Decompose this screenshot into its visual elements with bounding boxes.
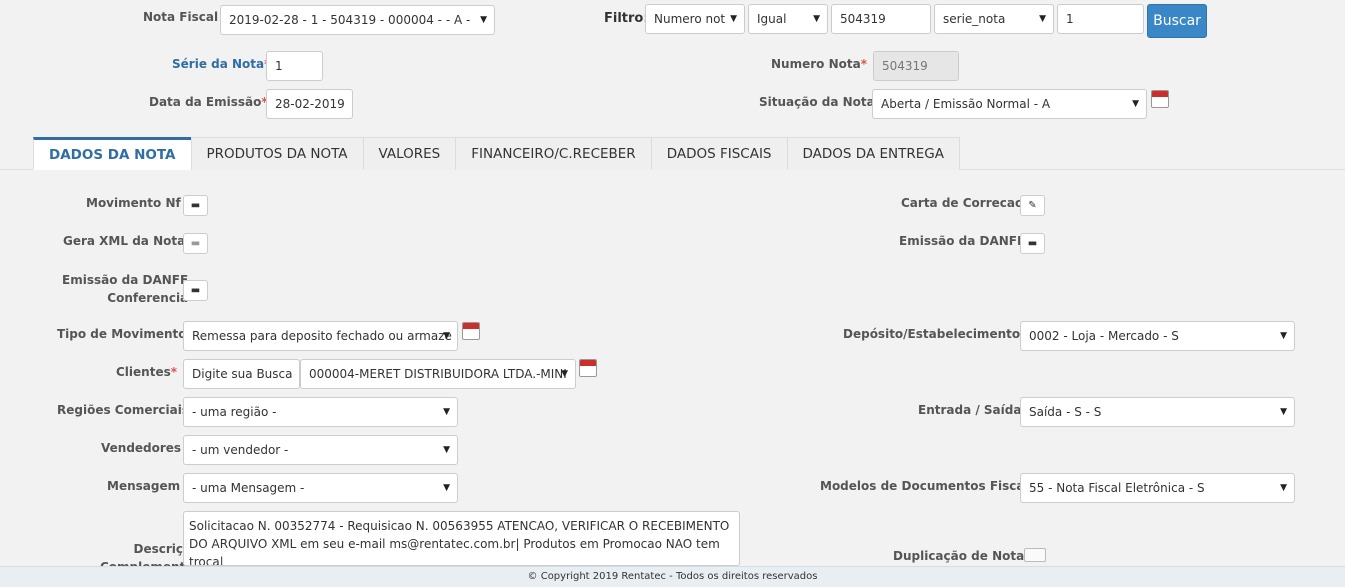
filtro-field2-select[interactable]: serie_nota ▼ (934, 4, 1054, 34)
chevron-down-icon: ▼ (443, 445, 450, 455)
calendar-icon[interactable] (1151, 90, 1169, 108)
chevron-down-icon: ▼ (561, 369, 568, 379)
emissao-danfe-conferencia-label: Emissão da DANFE Conferencia (62, 273, 189, 305)
situacao-select[interactable]: Aberta / Emissão Normal - A ▼ (872, 89, 1147, 119)
calendar-icon[interactable] (462, 322, 480, 340)
filtro-value2-input[interactable]: 1 (1057, 4, 1144, 34)
tab-dados-da-nota[interactable]: DADOS DA NOTA (33, 137, 192, 170)
situacao-value: Aberta / Emissão Normal - A (881, 97, 1051, 111)
modelos-label: Modelos de Documentos Fiscais (820, 479, 1036, 493)
filtro-operator-select[interactable]: Igual ▼ (748, 4, 828, 34)
emissao-danfe-button[interactable]: ▬ (1020, 233, 1045, 254)
filtro-label: Filtro: (604, 11, 649, 26)
modelos-value: 55 - Nota Fiscal Eletrônica - S (1029, 481, 1205, 495)
tab-dados-da-entrega[interactable]: DADOS DA ENTREGA (786, 137, 960, 170)
regioes-select[interactable]: - uma região - ▼ (183, 397, 458, 427)
entrada-saida-value: Saída - S - S (1029, 405, 1102, 419)
tab-valores[interactable]: VALORES (362, 137, 457, 170)
tipo-movimento-select[interactable]: Remessa para deposito fechado ou armaze … (183, 321, 458, 351)
tipo-movimento-label: Tipo de Movimento (57, 327, 187, 341)
serie-input[interactable]: 1 (266, 51, 323, 81)
serie-label: Série da Nota* (172, 57, 270, 71)
movimento-nf-button[interactable]: ▬ (183, 195, 208, 216)
clientes-search-input[interactable]: Digite sua Busca (183, 359, 300, 389)
list-icon: ▬ (190, 200, 201, 211)
nota-fiscal-label: Nota Fiscal (143, 10, 219, 24)
deposito-select[interactable]: 0002 - Loja - Mercado - S ▼ (1020, 321, 1295, 351)
buscar-button[interactable]: Buscar (1147, 4, 1207, 38)
gera-xml-button[interactable]: ▬ (183, 233, 208, 254)
vendedores-label: Vendedores (101, 441, 182, 455)
tab-produtos-da-nota[interactable]: PRODUTOS DA NOTA (190, 137, 364, 170)
regioes-label: Regiões Comerciais (57, 403, 189, 417)
mensagem-label: Mensagem (107, 479, 181, 493)
clientes-label: Clientes* (116, 365, 178, 379)
tab-bar: DADOS DA NOTA PRODUTOS DA NOTA VALORES F… (33, 137, 960, 170)
chevron-down-icon: ▼ (730, 14, 737, 24)
edit-icon: ✎ (1028, 200, 1037, 211)
mensagem-select[interactable]: - uma Mensagem - ▼ (183, 473, 458, 503)
chevron-down-icon: ▼ (1280, 483, 1287, 493)
chevron-down-icon: ▼ (443, 483, 450, 493)
chevron-down-icon: ▼ (443, 407, 450, 417)
chevron-down-icon: ▼ (1280, 331, 1287, 341)
numero-label: Numero Nota* (771, 57, 867, 71)
chevron-down-icon: ▼ (1280, 407, 1287, 417)
numero-input: 504319 (873, 51, 959, 81)
tab-dados-fiscais[interactable]: DADOS FISCAIS (650, 137, 788, 170)
chevron-down-icon: ▼ (443, 331, 450, 341)
modelos-select[interactable]: 55 - Nota Fiscal Eletrônica - S ▼ (1020, 473, 1295, 503)
emissao-danfe-label: Emissão da DANFE (899, 234, 1026, 248)
duplicate-icon[interactable] (1024, 548, 1046, 562)
vendedores-select[interactable]: - um vendedor - ▼ (183, 435, 458, 465)
descricao-textarea[interactable]: Solicitacao N. 00352774 - Requisicao N. … (183, 511, 740, 566)
chevron-down-icon: ▼ (1039, 14, 1046, 24)
filtro-field-value: Numero not (654, 12, 726, 26)
filtro-field2-value: serie_nota (943, 12, 1006, 26)
data-emissao-label: Data da Emissão* (149, 95, 268, 109)
copyright-text: © Copyright 2019 Rentatec - Todos os dir… (527, 571, 818, 582)
data-emissao-input[interactable]: 28-02-2019 (266, 89, 353, 119)
emissao-danfe-conferencia-button[interactable]: ▬ (183, 280, 208, 301)
deposito-value: 0002 - Loja - Mercado - S (1029, 329, 1179, 343)
nota-fiscal-value: 2019-02-28 - 1 - 504319 - 000004 - - A - (229, 13, 471, 27)
list-icon: ▬ (190, 285, 201, 296)
clientes-value: 000004-MERET DISTRIBUIDORA LTDA.-MINI (309, 367, 567, 381)
vendedores-value: - um vendedor - (192, 443, 289, 457)
tab-financeiro[interactable]: FINANCEIRO/C.RECEBER (455, 137, 652, 170)
nota-fiscal-select[interactable]: 2019-02-28 - 1 - 504319 - 000004 - - A -… (220, 5, 495, 35)
footer: © Copyright 2019 Rentatec - Todos os dir… (0, 566, 1345, 587)
chevron-down-icon: ▼ (480, 15, 487, 25)
mensagem-value: - uma Mensagem - (192, 481, 305, 495)
entrada-saida-select[interactable]: Saída - S - S ▼ (1020, 397, 1295, 427)
gera-xml-label: Gera XML da Nota (63, 234, 186, 248)
situacao-label: Situação da Nota (759, 95, 875, 109)
tipo-movimento-value: Remessa para deposito fechado ou armaze (192, 329, 452, 343)
filtro-field-select[interactable]: Numero not ▼ (645, 4, 745, 34)
clientes-select[interactable]: 000004-MERET DISTRIBUIDORA LTDA.-MINI ▼ (300, 359, 576, 389)
regioes-value: - uma região - (192, 405, 277, 419)
print-icon: ▬ (1027, 238, 1038, 249)
carta-correcao-label: Carta de Correcao (901, 196, 1024, 210)
filtro-value-input[interactable]: 504319 (831, 4, 931, 34)
chevron-down-icon: ▼ (813, 14, 820, 24)
filtro-operator-value: Igual (757, 12, 787, 26)
duplicacao-label: Duplicação de Nota (893, 549, 1025, 563)
entrada-saida-label: Entrada / Saída (918, 403, 1022, 417)
calendar-icon[interactable] (579, 359, 597, 377)
carta-correcao-button[interactable]: ✎ (1020, 195, 1045, 216)
chevron-down-icon: ▼ (1132, 99, 1139, 109)
deposito-label: Depósito/Estabelecimento* (843, 327, 1026, 341)
movimento-nf-label: Movimento Nf (86, 196, 181, 210)
list-icon: ▬ (190, 238, 201, 249)
